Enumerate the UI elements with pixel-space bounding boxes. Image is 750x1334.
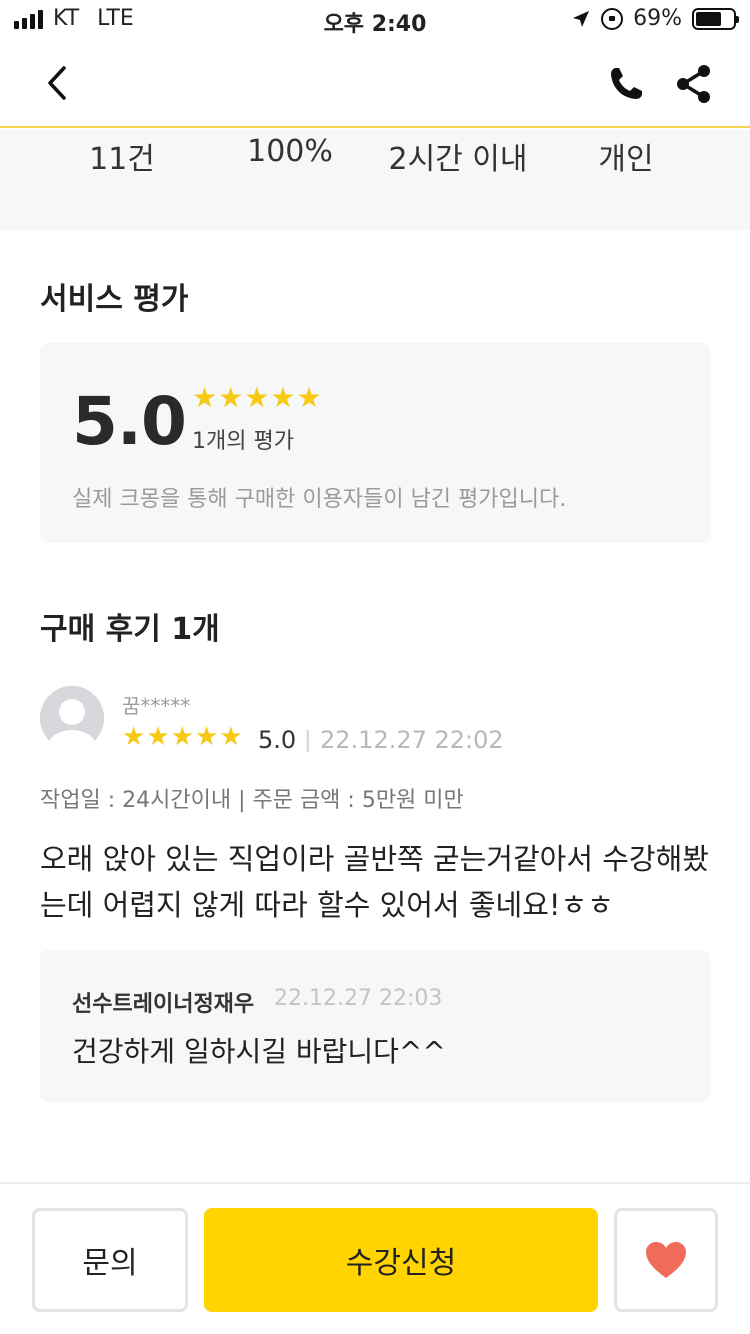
share-button[interactable] (672, 62, 716, 106)
apply-button[interactable]: 수강신청 (204, 1208, 598, 1312)
star-icon: ★ (219, 722, 243, 752)
battery-icon (692, 7, 739, 30)
back-button[interactable] (36, 58, 80, 108)
share-icon (677, 65, 710, 103)
review-date: 22.12.27 22:02 (320, 726, 504, 754)
star-icon: ★ (122, 722, 146, 752)
favorite-button[interactable] (614, 1208, 718, 1312)
rating-stars: ★ ★ ★ ★ ★ (192, 381, 322, 414)
battery-fill (696, 11, 721, 26)
call-button[interactable] (604, 62, 648, 106)
seller-stats: 11건 100% 2시간 이내 개인 (0, 130, 750, 230)
reply-text: 건강하게 일하시길 바랍니다^^ (72, 1035, 446, 1068)
star-icon: ★ (270, 381, 296, 414)
star-icon: ★ (244, 381, 270, 414)
star-icon: ★ (194, 722, 219, 752)
chevron-left-icon (48, 66, 66, 100)
stat-value: 개인 (598, 142, 654, 177)
seller-reply: 선수트레이너정재우 22.12.27 22:03 건강하게 일하시길 바랍니다^… (40, 950, 710, 1102)
phone-icon (611, 68, 642, 99)
star-icon: ★ (192, 381, 218, 414)
star-icon: ★ (218, 381, 244, 414)
status-right: 69% (571, 6, 739, 31)
reply-author: 선수트레이너정재우 (72, 992, 255, 1017)
average-score: 5.0 (72, 383, 187, 460)
review-meta: 작업일 : 24시간이내 | 주문 금액 : 5만원 미만 (40, 788, 464, 813)
review-body: 오래 앉아 있는 직업이라 골반쪽 굳는거같아서 수강해봤 는데 어렵지 않게 … (40, 836, 720, 928)
avatar (40, 686, 104, 750)
battery-percent: 69% (633, 6, 682, 31)
bottom-action-bar: 문의 수강신청 (0, 1182, 750, 1334)
rating-section-title: 서비스 평가 (40, 282, 189, 317)
location-arrow-icon (573, 10, 590, 27)
rating-summary: 5.0 ★ ★ ★ ★ ★ 1개의 평가 실제 크몽을 통해 구매한 이용자들이… (40, 343, 710, 543)
rotation-lock-icon (601, 7, 624, 30)
review-separator: | (304, 728, 312, 753)
rating-count: 1개의 평가 (192, 429, 294, 454)
rating-note: 실제 크몽을 통해 구매한 이용자들이 남긴 평가입니다. (72, 487, 567, 512)
review-stars: ★ ★ ★ ★ ★ (122, 722, 243, 752)
reviews-section-title: 구매 후기 1개 (40, 612, 220, 647)
reply-date: 22.12.27 22:03 (274, 986, 443, 1011)
star-icon: ★ (146, 722, 170, 752)
reviewer-name: 꿈***** (122, 694, 191, 718)
nav-bar (0, 40, 750, 128)
status-bar: KT LTE 오후 2:40 69% (0, 0, 750, 40)
review-body-line: 오래 앉아 있는 직업이라 골반쪽 굳는거같아서 수강해봤 (40, 842, 709, 876)
review-score: 5.0 (258, 726, 297, 754)
heart-icon (646, 1242, 686, 1278)
star-icon: ★ (296, 381, 322, 414)
star-icon: ★ (170, 722, 194, 752)
review-body-line: 는데 어렵지 않게 따라 할수 있어서 좋네요!ㅎㅎ (40, 888, 614, 922)
default-avatar-icon (40, 686, 104, 750)
inquiry-button[interactable]: 문의 (32, 1208, 188, 1312)
